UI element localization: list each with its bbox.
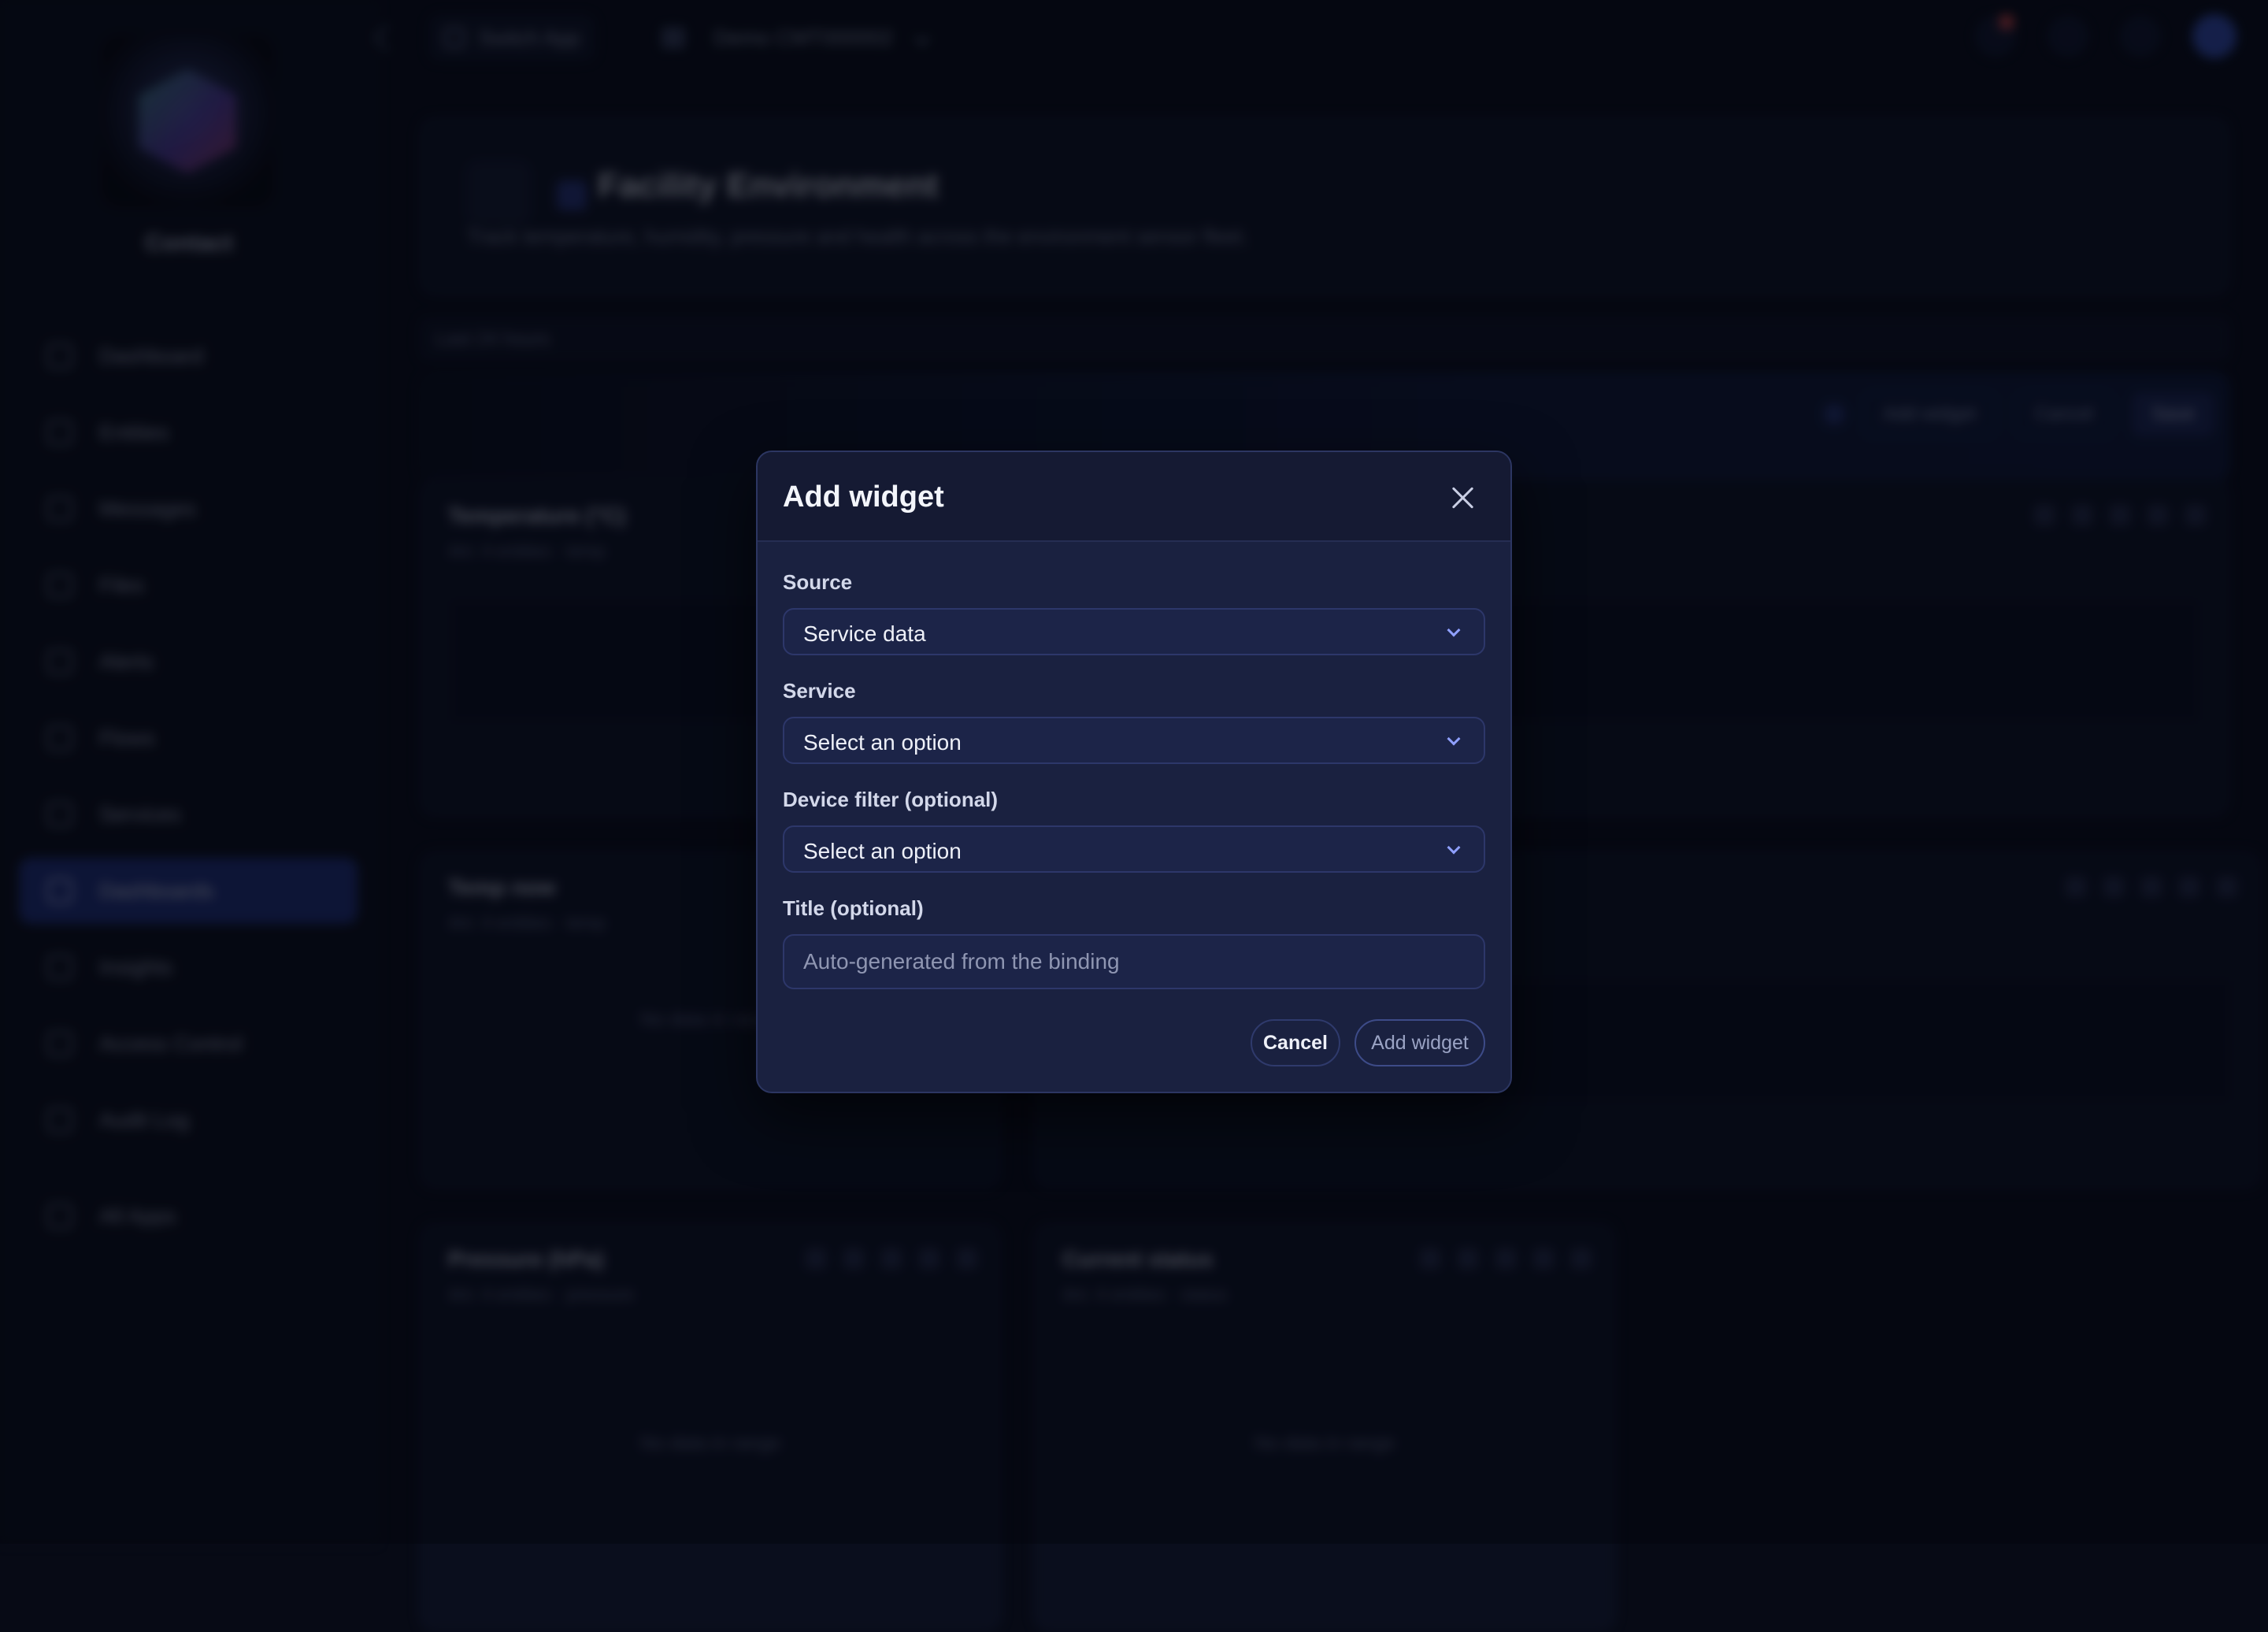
title-label: Title (optional) xyxy=(783,896,924,920)
chevron-down-icon xyxy=(1447,732,1461,746)
source-select[interactable]: Service data xyxy=(783,608,1485,655)
dialog-header: Add widget xyxy=(758,452,1510,542)
add-widget-button[interactable]: Add widget xyxy=(1354,1019,1485,1066)
service-label: Service xyxy=(783,679,856,703)
dialog-title: Add widget xyxy=(783,480,944,514)
source-label: Source xyxy=(783,570,853,594)
cancel-button[interactable]: Cancel xyxy=(1251,1019,1340,1066)
title-input[interactable] xyxy=(783,934,1485,989)
service-select[interactable]: Select an option xyxy=(783,717,1485,764)
chevron-down-icon xyxy=(1447,840,1461,855)
device-filter-select[interactable]: Select an option xyxy=(783,825,1485,873)
device-filter-value: Select an option xyxy=(803,839,962,863)
service-value: Select an option xyxy=(803,730,962,755)
add-widget-dialog: Add widget Source Service data Service S… xyxy=(756,451,1512,1093)
chevron-down-icon xyxy=(1447,623,1461,637)
close-icon[interactable] xyxy=(1447,482,1479,514)
source-value: Service data xyxy=(803,621,926,646)
device-filter-label: Device filter (optional) xyxy=(783,788,999,811)
